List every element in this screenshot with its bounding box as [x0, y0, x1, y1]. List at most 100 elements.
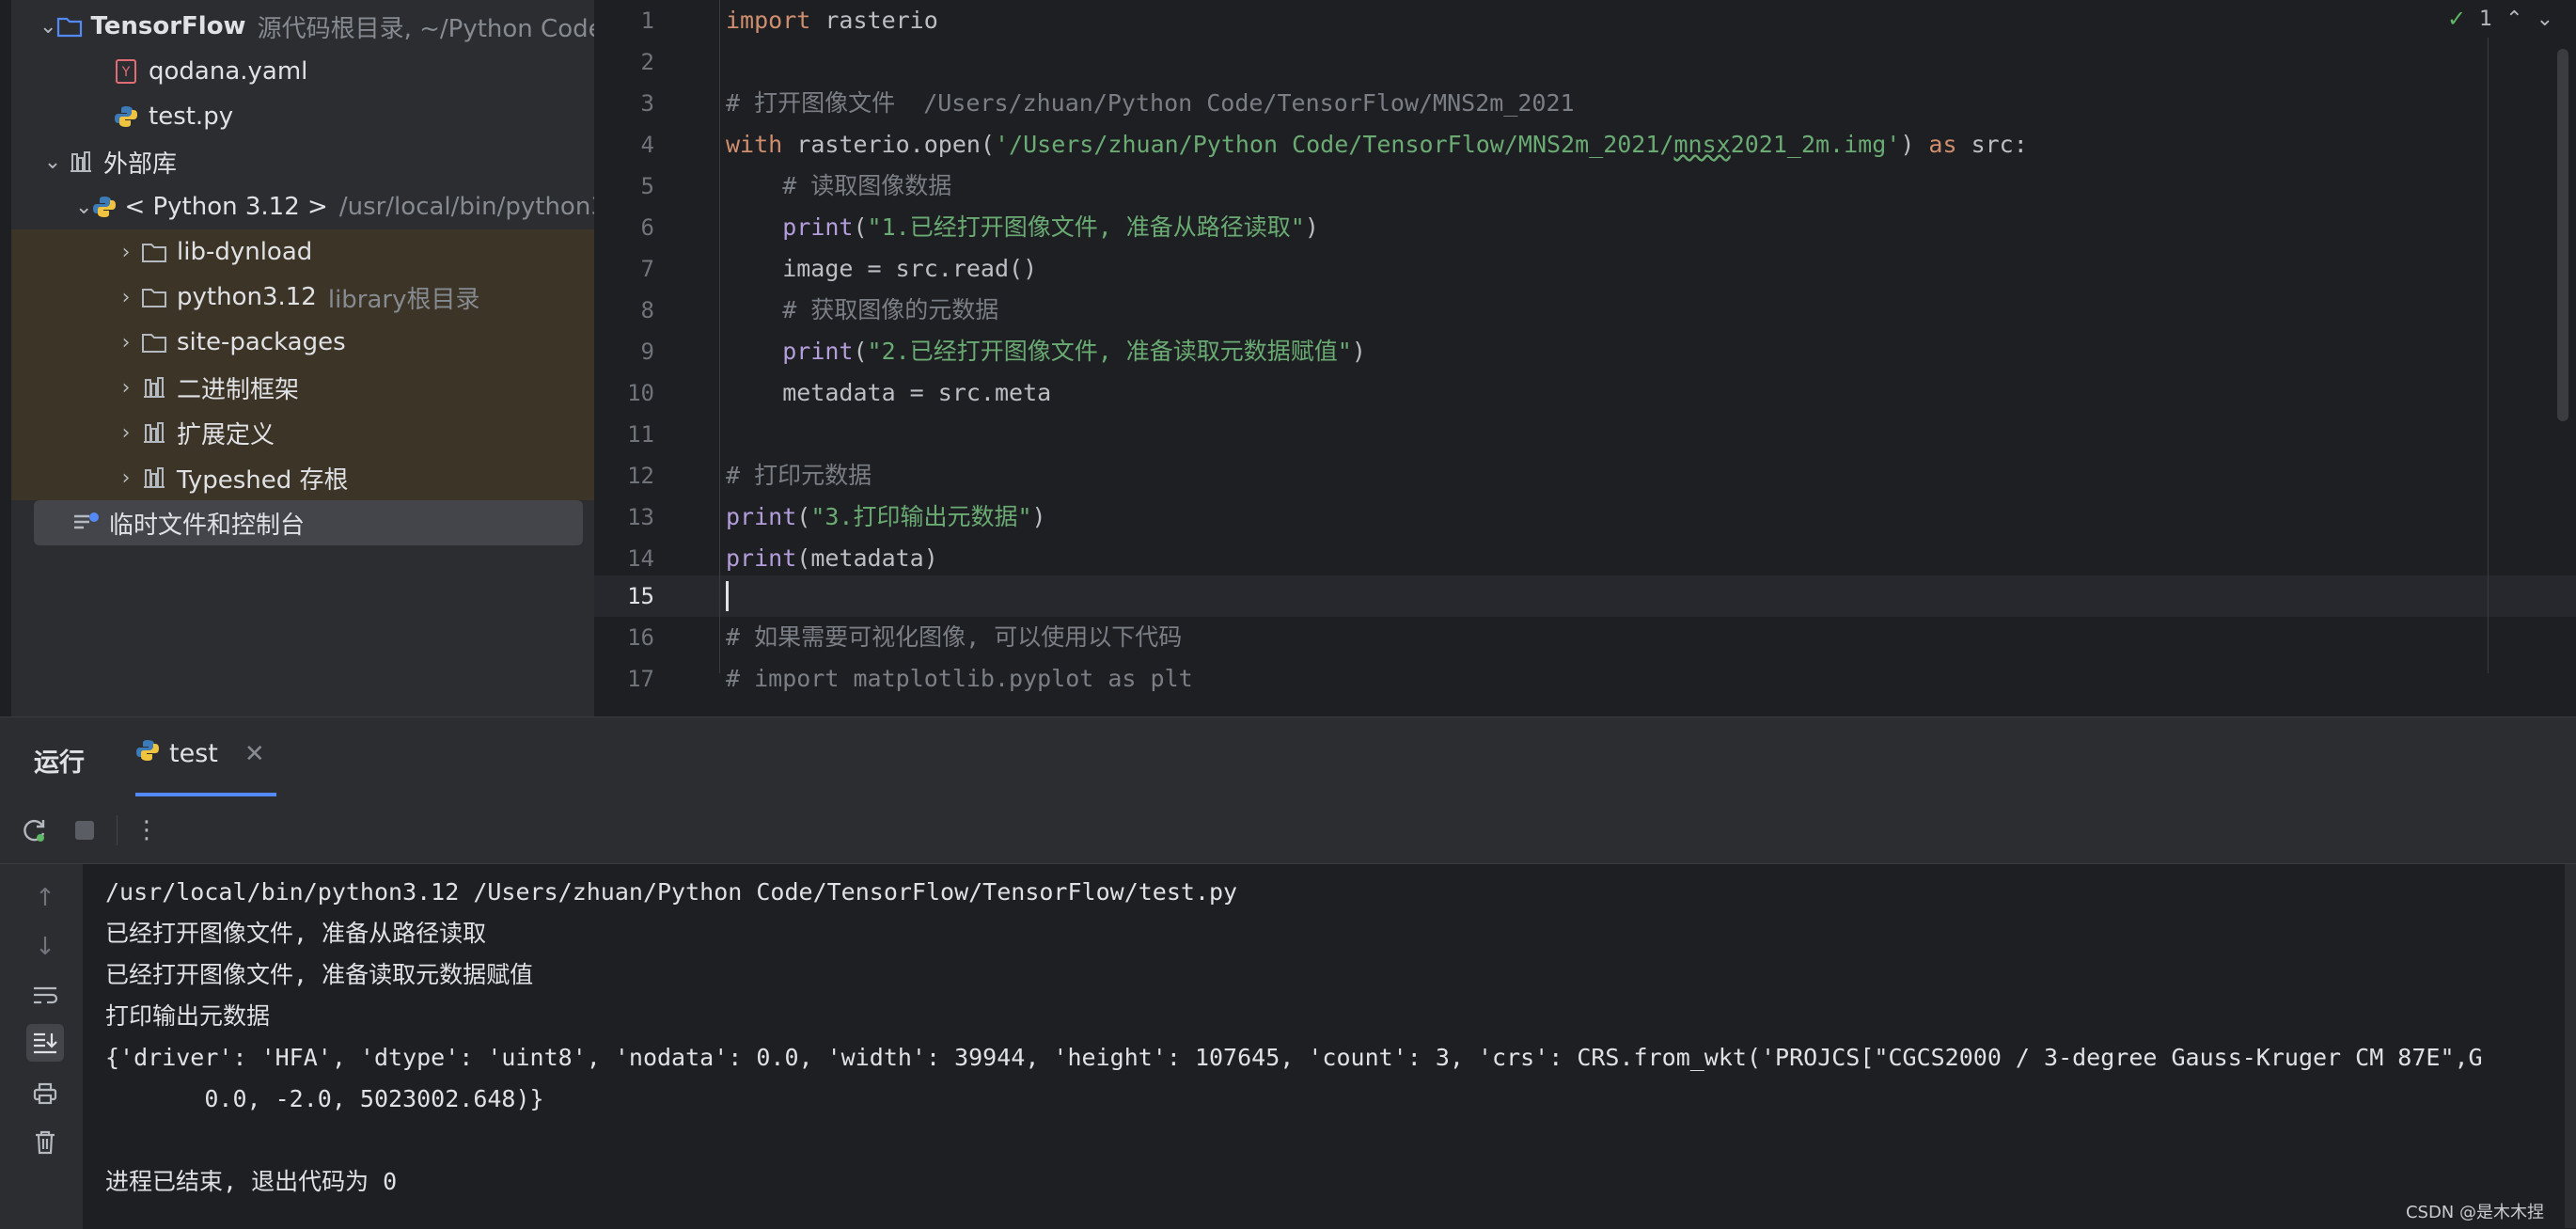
line-number: 5: [640, 173, 654, 199]
line-number: 12: [627, 463, 654, 489]
line-number: 16: [627, 624, 654, 651]
tree-item-test-py[interactable]: test.py: [11, 94, 594, 139]
tree-item-external-libraries[interactable]: ⌄ 外部库: [11, 139, 594, 184]
tree-item-label: site-packages: [177, 328, 346, 356]
tree-item-binary-skeletons[interactable]: › 二进制框架: [11, 365, 594, 410]
current-line-highlight: [594, 575, 2576, 617]
tree-item-hint: library根目录: [327, 285, 480, 314]
run-toolbar: ⋮: [0, 796, 2576, 864]
inspection-widget[interactable]: ✓ 1 ⌃ ⌄: [2447, 6, 2553, 32]
tree-item-lib-dynload[interactable]: › lib-dynload: [11, 229, 594, 275]
line-number: 17: [627, 666, 654, 692]
tree-item-typeshed[interactable]: › Typeshed 存根: [11, 455, 594, 500]
run-tab-label: test: [169, 739, 218, 768]
code-line-10: metadata = src.meta: [726, 379, 1052, 406]
python-icon: [135, 738, 160, 769]
chevron-right-icon[interactable]: ›: [113, 286, 139, 309]
chevron-right-icon[interactable]: ›: [113, 331, 139, 355]
code-line-16: # 如果需要可视化图像, 可以使用以下代码: [726, 623, 1183, 651]
ide-window: ⌄ TensorFlow 源代码根目录, ~/Python Code Y qod…: [0, 0, 2576, 1229]
line-number-current: 15: [627, 583, 654, 609]
tree-item-label: qodana.yaml: [149, 57, 308, 86]
line-number-gutter: 1 2 3 4 5 6 7 8 9 10 11 12 13 14 15 16 1…: [594, 0, 720, 692]
code-line-5: # 读取图像数据: [726, 172, 952, 199]
tree-item-label: python3.12: [177, 283, 317, 311]
chevron-right-icon[interactable]: ›: [113, 421, 139, 445]
tree-item-qodana-yaml[interactable]: Y qodana.yaml: [11, 49, 594, 94]
rerun-icon[interactable]: [17, 813, 51, 847]
arrow-down-icon[interactable]: ↓: [26, 928, 64, 966]
tree-item-extended-definitions[interactable]: › 扩展定义: [11, 410, 594, 455]
console-line: 打印输出元数据: [105, 1002, 271, 1030]
chevron-down-icon[interactable]: ⌄: [39, 150, 66, 174]
editor-scrollbar[interactable]: [2557, 49, 2568, 421]
line-number: 4: [640, 132, 654, 158]
code-line-1: import rasterio: [726, 7, 938, 34]
soft-wrap-icon[interactable]: [26, 977, 64, 1015]
stop-icon[interactable]: [68, 813, 102, 847]
folder-icon: [56, 11, 83, 41]
project-tree: ⌄ TensorFlow 源代码根目录, ~/Python Code Y qod…: [0, 0, 594, 717]
line-number: 8: [640, 297, 654, 323]
tree-item-site-packages[interactable]: › site-packages: [11, 320, 594, 365]
tree-item-hint: /usr/local/bin/python3: [338, 193, 594, 221]
chevron-right-icon[interactable]: ›: [113, 376, 139, 400]
python-icon: [92, 192, 117, 222]
code-line-14: print(metadata): [726, 544, 938, 572]
arrow-up-icon[interactable]: ↑: [26, 879, 64, 917]
chevron-right-icon[interactable]: ›: [113, 466, 139, 490]
code-line-9: print("2.已经打开图像文件, 准备读取元数据赋值"): [782, 338, 1366, 365]
library-icon: [66, 147, 96, 177]
tree-item-label: Typeshed 存根: [177, 465, 349, 495]
svg-text:Y: Y: [121, 65, 131, 80]
code-line-12: # 打印元数据: [726, 462, 872, 489]
tree-item-label: TensorFlow: [90, 12, 246, 40]
line-number: 2: [640, 49, 654, 75]
code-editor[interactable]: 1 2 3 4 5 6 7 8 9 10 11 12 13 14 15 16 1…: [594, 0, 2576, 717]
run-tool-window: 运行 test ✕ ⋮ ↑ ↓ /usr/local/bin/python3.1…: [0, 717, 2576, 1229]
console-line: 0.0, -2.0, 5023002.648)}: [105, 1085, 544, 1112]
code-line-4: with rasterio.open('/Users/zhuan/Python …: [726, 131, 2028, 158]
inspection-count: 1: [2479, 7, 2493, 31]
more-options-icon[interactable]: ⋮: [130, 813, 164, 847]
line-number: 3: [640, 90, 654, 117]
tree-item-label: 临时文件和控制台: [109, 511, 306, 540]
tree-item-label: < Python 3.12 >: [124, 193, 328, 221]
run-tab-test[interactable]: test ✕: [135, 738, 265, 769]
library-icon: [139, 463, 169, 493]
line-number: 10: [627, 380, 654, 406]
chevron-down-icon[interactable]: ⌄: [75, 196, 92, 219]
tree-item-tensorflow[interactable]: ⌄ TensorFlow 源代码根目录, ~/Python Code: [11, 4, 594, 49]
tree-item-scratches[interactable]: 临时文件和控制台: [34, 500, 583, 545]
code-line-7: image = src.read(): [726, 255, 1038, 282]
scroll-to-end-icon[interactable]: [26, 1024, 64, 1062]
chevron-down-icon[interactable]: ⌄: [2537, 8, 2553, 31]
trash-icon[interactable]: [26, 1124, 64, 1161]
library-icon: [139, 372, 169, 402]
tree-item-label: 外部库: [103, 150, 178, 179]
tree-item-label: lib-dynload: [177, 238, 313, 266]
line-number: 6: [640, 214, 654, 241]
code-line-6: print("1.已经打开图像文件, 准备从路径读取"): [782, 213, 1319, 241]
code-line-13: print("3.打印输出元数据"): [726, 503, 1046, 530]
folder-icon: [139, 327, 169, 357]
chevron-down-icon[interactable]: ⌄: [39, 15, 56, 39]
chevron-right-icon[interactable]: ›: [113, 241, 139, 264]
tree-item-label: test.py: [149, 102, 234, 131]
console-line: {'driver': 'HFA', 'dtype': 'uint8', 'nod…: [105, 1044, 2483, 1071]
tree-item-python312[interactable]: › python3.12 library根目录: [11, 275, 594, 320]
watermark-text: CSDN @是木木捏: [2405, 1203, 2544, 1222]
checkmark-icon: ✓: [2447, 6, 2467, 32]
code-line-8: # 获取图像的元数据: [726, 296, 999, 323]
chevron-up-icon[interactable]: ⌃: [2505, 8, 2522, 31]
library-icon: [139, 418, 169, 448]
close-icon[interactable]: ✕: [244, 740, 265, 768]
print-icon[interactable]: [26, 1075, 64, 1112]
tree-item-hint: 源代码根目录, ~/Python Code: [257, 14, 594, 43]
line-number: 11: [627, 421, 654, 448]
console-line: 已经打开图像文件, 准备读取元数据赋值: [105, 961, 534, 988]
tree-item-label: 二进制框架: [177, 375, 300, 404]
console-output[interactable]: /usr/local/bin/python3.12 /Users/zhuan/P…: [83, 864, 2565, 1229]
tree-item-python-sdk[interactable]: ⌄ < Python 3.12 > /usr/local/bin/python3: [11, 184, 594, 229]
folder-icon: [139, 282, 169, 312]
